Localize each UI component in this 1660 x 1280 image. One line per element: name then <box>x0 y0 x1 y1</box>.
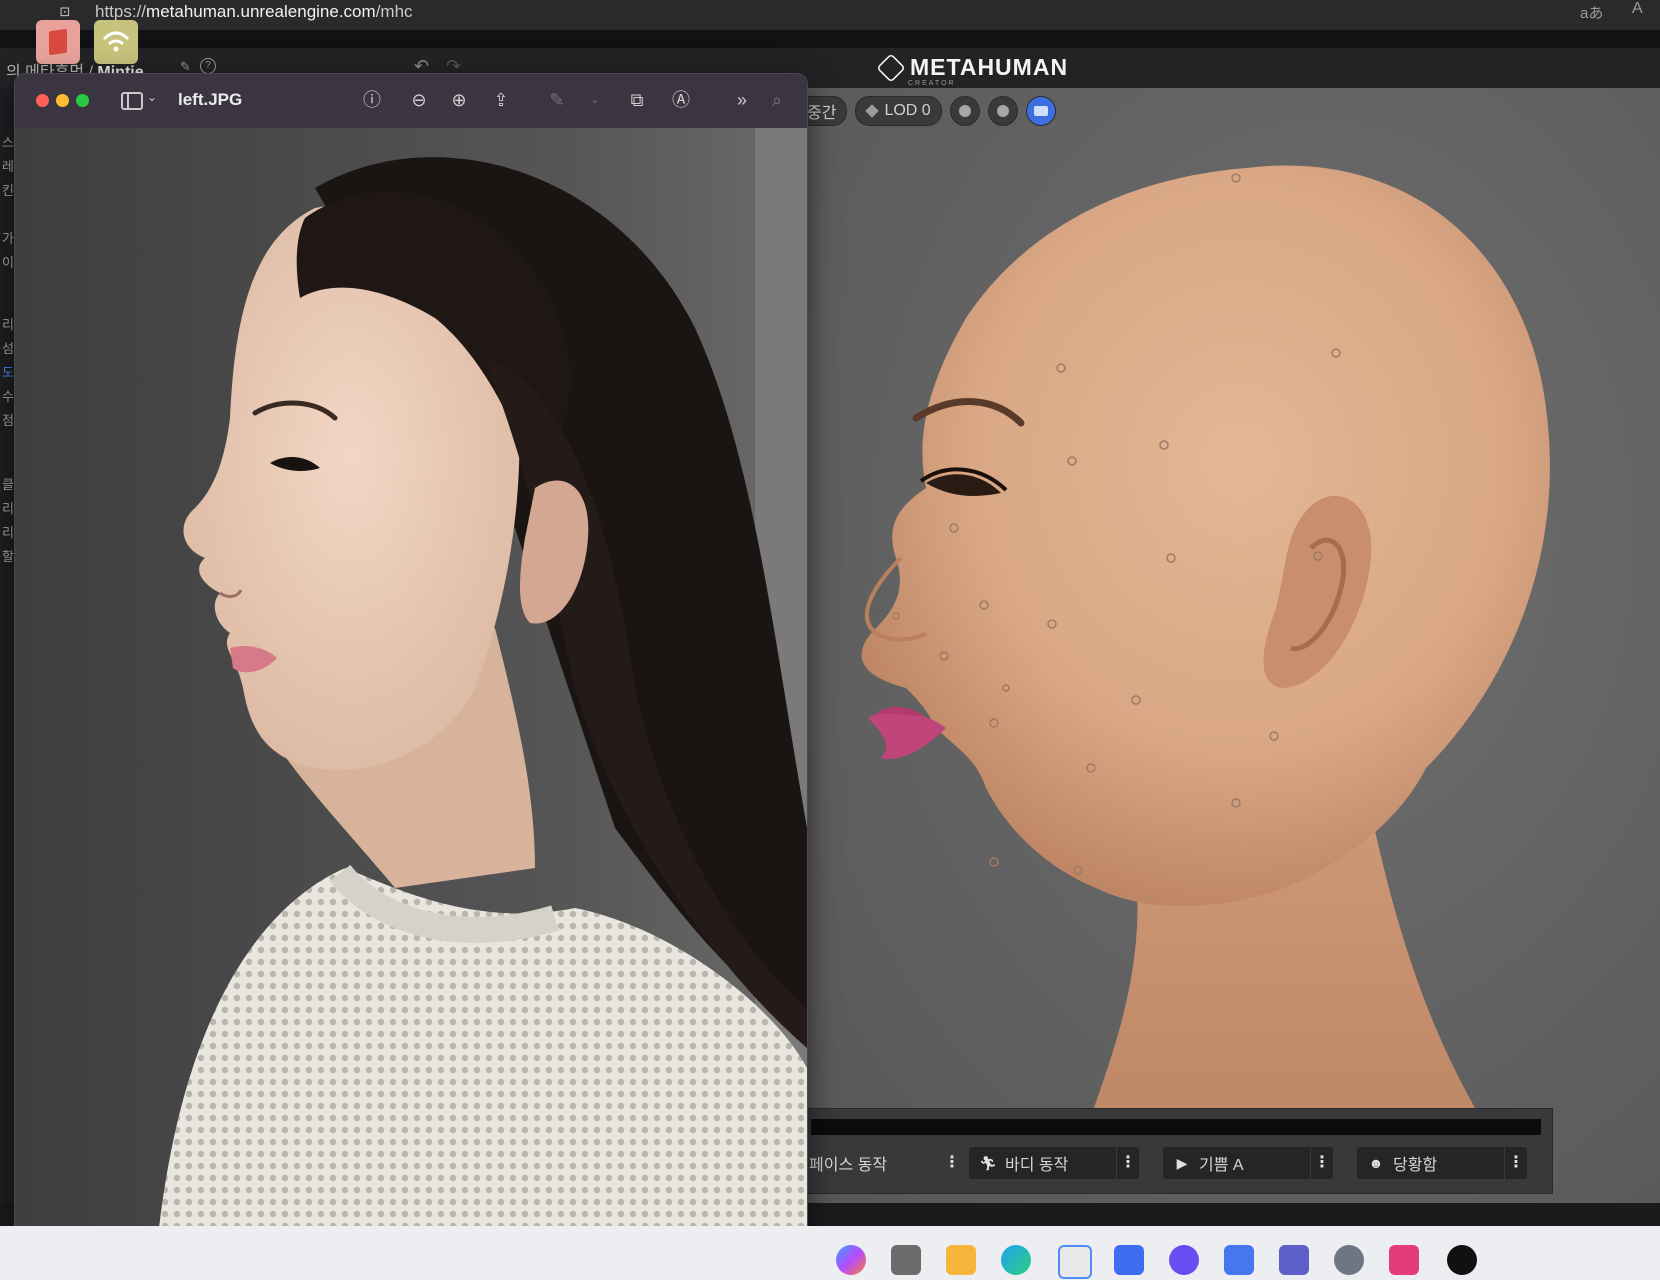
chevron-down-icon[interactable]: ⌄ <box>583 88 607 112</box>
profile-photo <box>15 128 807 1268</box>
help-icon[interactable]: ? <box>200 58 216 74</box>
side-menu-item[interactable]: 리 <box>2 498 14 517</box>
side-menu-item[interactable]: 이 <box>2 252 14 271</box>
edge-icon[interactable] <box>1001 1245 1031 1275</box>
body-motion-label: 바디 동작 <box>1005 1157 1069 1174</box>
metahuman-head-render[interactable] <box>806 88 1660 1203</box>
side-menu-item[interactable]: 레 <box>2 156 14 175</box>
time-of-day-button[interactable]: 중간 <box>806 96 848 126</box>
side-menu-item[interactable]: 리 <box>2 522 14 541</box>
close-window-button[interactable] <box>36 94 49 107</box>
viewport-toolbar: 중간 LOD 0 <box>806 96 1056 126</box>
face-motion-label: 페이스 동작 <box>809 1157 888 1174</box>
chevron-down-icon[interactable]: ⌄ <box>147 90 157 104</box>
url-path: /mhc <box>375 2 413 21</box>
sidebar-toggle-icon[interactable] <box>121 92 143 110</box>
face-icon: ☻ <box>1368 1155 1384 1171</box>
side-menu-item[interactable]: 섬 <box>2 338 14 357</box>
browser-toolbar: ⊡ https://metahuman.unrealengine.com/mhc… <box>0 0 1660 31</box>
cube-icon <box>865 104 880 118</box>
material-icon[interactable] <box>987 96 1018 126</box>
side-menu-item[interactable]: 수 <box>2 386 14 405</box>
document-title: left.JPG <box>178 90 243 109</box>
3d-viewport[interactable]: 중간 LOD 0 페이스 동작 ⋮ 🏃︎ 바디 동작 ⋮ ▶ 기쁨 A ⋮ ☻ … <box>806 88 1660 1203</box>
preview-window[interactable]: ⌄ left.JPG ⓘ ⊖ ⊕ ⇪ ✎ ⌄ ⧉ Ⓐ » ⌕ <box>15 74 807 1268</box>
metahuman-logo: METAHUMAN CREATOR <box>876 52 1069 87</box>
info-icon[interactable]: ⓘ <box>360 88 384 112</box>
zoom-out-icon[interactable]: ⊖ <box>407 88 431 112</box>
store-icon[interactable] <box>1058 1245 1092 1279</box>
app2-icon[interactable] <box>1224 1245 1254 1275</box>
task-view-icon[interactable] <box>891 1245 921 1275</box>
minimize-window-button[interactable] <box>56 94 69 107</box>
expression-a-button[interactable]: ▶ 기쁨 A ⋮ <box>1163 1147 1333 1179</box>
teams-icon[interactable] <box>1279 1245 1309 1275</box>
side-menu-item[interactable]: 리 <box>2 314 14 333</box>
metahuman-mark-icon <box>876 52 906 83</box>
browser-tab-strip <box>0 30 1660 48</box>
fullscreen-window-button[interactable] <box>76 94 89 107</box>
read-aloud-icon[interactable]: aあ <box>1580 2 1603 23</box>
side-menu: 스 레 킨 가 이 리 섬 도 수 점 클 리 리 할 <box>0 88 14 1203</box>
url-host: metahuman.unrealengine.com <box>146 2 376 21</box>
text-size-icon[interactable]: A <box>1632 0 1643 18</box>
copilot-icon[interactable] <box>836 1245 866 1275</box>
expression-b-button[interactable]: ☻ 당황함 ⋮ <box>1357 1147 1527 1179</box>
share-icon[interactable]: ⇪ <box>489 88 513 112</box>
preview-titlebar[interactable]: ⌄ left.JPG ⓘ ⊖ ⊕ ⇪ ✎ ⌄ ⧉ Ⓐ » ⌕ <box>15 74 807 128</box>
address-bar[interactable]: https://metahuman.unrealengine.com/mhc <box>95 2 413 22</box>
expression-b-label: 당황함 <box>1393 1157 1438 1174</box>
more-options-icon[interactable]: ⋮ <box>1310 1147 1333 1179</box>
time-label: 중간 <box>807 105 837 122</box>
logo-text: METAHUMAN <box>910 54 1069 80</box>
more-options-icon[interactable]: ⋮ <box>1504 1147 1527 1179</box>
face-motion-button[interactable]: 페이스 동작 ⋮ <box>806 1147 963 1179</box>
logo-subtext: CREATOR <box>908 80 956 87</box>
lod-label: LOD 0 <box>884 102 931 119</box>
head-shape <box>861 165 1550 907</box>
side-menu-item[interactable]: 할 <box>2 546 14 565</box>
play-icon: ▶ <box>1176 1154 1188 1171</box>
animation-bar: 페이스 동작 ⋮ 🏃︎ 바디 동작 ⋮ ▶ 기쁨 A ⋮ ☻ 당황함 ⋮ <box>806 1108 1553 1194</box>
app-shortcut-icon[interactable] <box>36 20 80 64</box>
timeline-track[interactable] <box>811 1119 1541 1135</box>
brush-icon[interactable] <box>949 96 980 126</box>
expression-a-label: 기쁨 A <box>1199 1157 1244 1174</box>
side-menu-item[interactable]: 점 <box>2 410 14 429</box>
file-explorer-icon[interactable] <box>946 1245 976 1275</box>
markup-icon[interactable]: ✎ <box>545 88 569 112</box>
keyboard-icon[interactable] <box>1025 96 1056 126</box>
annotate-icon[interactable]: Ⓐ <box>669 88 693 112</box>
rotate-icon[interactable]: ⧉ <box>625 88 649 112</box>
more-options-icon[interactable]: ⋮ <box>1116 1147 1139 1179</box>
search-icon[interactable]: ⌕ <box>765 88 789 112</box>
widgets-icon[interactable] <box>1114 1245 1144 1275</box>
edit-name-icon[interactable]: ✎ <box>180 59 191 75</box>
side-menu-item[interactable]: 클 <box>2 474 14 493</box>
lod-button[interactable]: LOD 0 <box>855 96 942 126</box>
url-scheme: https:// <box>95 2 147 21</box>
more-options-icon[interactable]: ⋮ <box>941 1147 963 1179</box>
more-tools-icon[interactable]: » <box>730 88 754 112</box>
side-menu-item-active[interactable]: 도 <box>2 362 14 381</box>
side-menu-item[interactable]: 스 <box>2 132 14 151</box>
app3-icon[interactable] <box>1389 1245 1419 1275</box>
wifi-icon[interactable] <box>94 20 138 64</box>
app-icon[interactable] <box>1169 1245 1199 1275</box>
run-icon: 🏃︎ <box>979 1154 997 1171</box>
side-menu-item[interactable]: 가 <box>2 228 14 247</box>
side-menu-item[interactable]: 킨 <box>2 180 14 199</box>
unreal-icon[interactable] <box>1447 1245 1477 1275</box>
body-motion-button[interactable]: 🏃︎ 바디 동작 ⋮ <box>969 1147 1139 1179</box>
zoom-in-icon[interactable]: ⊕ <box>447 88 471 112</box>
settings-icon[interactable] <box>1334 1245 1364 1275</box>
